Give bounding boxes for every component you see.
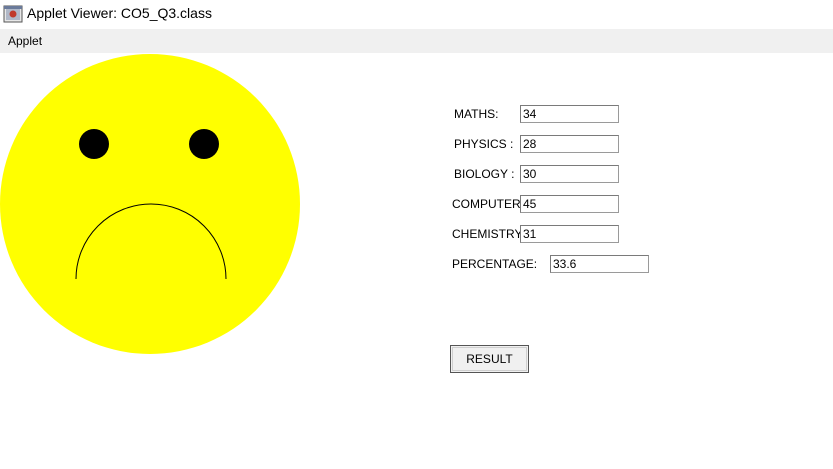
right-eye [189,129,219,159]
chemistry-field[interactable]: 31 [520,225,619,243]
result-button[interactable]: RESULT [450,345,529,373]
biology-label: BIOLOGY : [454,167,515,181]
left-eye [79,129,109,159]
physics-field[interactable]: 28 [520,135,619,153]
java-applet-icon [3,5,23,23]
percentage-field[interactable]: 33.6 [550,255,649,273]
window-title: Applet Viewer: CO5_Q3.class [27,5,212,21]
percentage-label: PERCENTAGE: [452,257,538,271]
title-bar: Applet Viewer: CO5_Q3.class [0,0,833,29]
maths-label: MATHS: [454,107,499,121]
maths-field[interactable]: 34 [520,105,619,123]
computer-label: COMPUTER [452,197,521,211]
sad-face-icon [0,54,300,354]
chemistry-label: CHEMISTRY [452,227,523,241]
computer-field[interactable]: 45 [520,195,619,213]
menu-applet[interactable]: Applet [8,34,42,48]
biology-field[interactable]: 30 [520,165,619,183]
menu-bar: Applet [0,29,833,53]
physics-label: PHYSICS : [454,137,514,151]
